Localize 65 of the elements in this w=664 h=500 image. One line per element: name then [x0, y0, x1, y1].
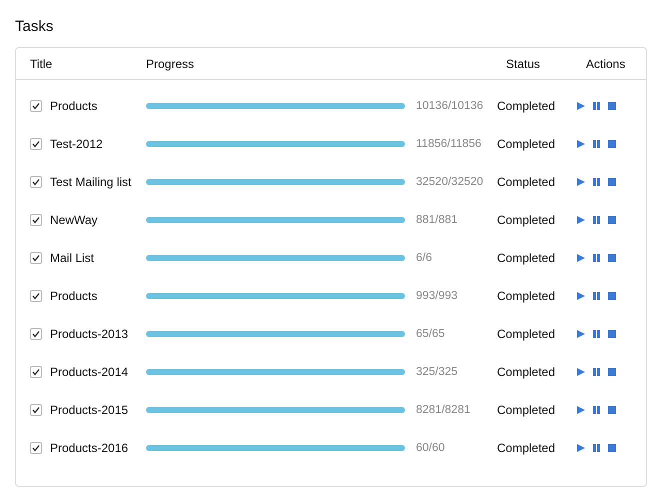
- play-icon[interactable]: [577, 216, 585, 224]
- play-icon[interactable]: [577, 292, 585, 300]
- status-text: Completed: [497, 365, 556, 379]
- checkbox[interactable]: [30, 328, 42, 340]
- pause-icon[interactable]: [593, 292, 600, 300]
- pause-icon[interactable]: [593, 254, 600, 262]
- checkbox[interactable]: [30, 290, 42, 302]
- status-text: Completed: [497, 441, 556, 455]
- status-text: Completed: [497, 327, 556, 341]
- task-title: Test-2012: [50, 137, 103, 151]
- play-icon[interactable]: [577, 444, 585, 452]
- task-title: Products: [50, 289, 98, 303]
- pause-icon[interactable]: [593, 102, 600, 110]
- column-header: Actions: [586, 56, 626, 70]
- pause-icon[interactable]: [593, 330, 600, 338]
- status-text: Completed: [497, 251, 556, 265]
- progress-reading: 993/993: [415, 290, 459, 302]
- pause-icon[interactable]: [593, 444, 600, 452]
- pause-icon[interactable]: [593, 178, 600, 186]
- checkbox[interactable]: [30, 214, 42, 226]
- checkbox[interactable]: [30, 366, 42, 378]
- pause-icon[interactable]: [593, 140, 600, 148]
- checkbox[interactable]: [30, 252, 42, 264]
- play-icon[interactable]: [577, 178, 585, 186]
- status-text: Completed: [497, 213, 556, 227]
- column-header: Status: [506, 56, 542, 70]
- progress-reading: 65/65: [415, 328, 446, 340]
- checkbox[interactable]: [30, 442, 42, 454]
- status-text: Completed: [497, 289, 556, 303]
- progress-reading: 60/60: [415, 442, 446, 454]
- task-title: Products: [50, 99, 98, 113]
- status-text: Completed: [497, 175, 556, 189]
- play-icon[interactable]: [577, 102, 585, 110]
- task-title: Products-2013: [50, 327, 128, 341]
- checkbox[interactable]: [30, 100, 42, 112]
- task-title: Products-2016: [50, 441, 128, 455]
- task-title: Products-2014: [50, 365, 128, 379]
- pause-icon[interactable]: [593, 216, 600, 224]
- progress-reading: 6/6: [415, 252, 433, 264]
- page-title: Tasks: [15, 17, 54, 37]
- status-text: Completed: [497, 403, 556, 417]
- play-icon[interactable]: [577, 254, 585, 262]
- column-header: Progress: [146, 56, 196, 70]
- play-icon[interactable]: [577, 140, 585, 148]
- play-icon[interactable]: [577, 406, 585, 414]
- task-title: NewWay: [50, 213, 98, 227]
- task-title: Mail List: [50, 251, 94, 265]
- status-text: Completed: [497, 99, 556, 113]
- progress-reading: 881/881: [415, 214, 459, 226]
- status-text: Completed: [497, 137, 556, 151]
- task-title: Test Mailing list: [50, 175, 132, 189]
- play-icon[interactable]: [577, 368, 585, 376]
- progress-reading: 325/325: [415, 366, 459, 378]
- task-title: Products-2015: [50, 403, 128, 417]
- progress-reading: 10136/10136: [415, 100, 484, 112]
- checkbox[interactable]: [30, 138, 42, 150]
- play-icon[interactable]: [577, 330, 585, 338]
- progress-reading: 32520/32520: [415, 176, 484, 188]
- progress-reading: 11856/11856: [415, 138, 482, 150]
- pause-icon[interactable]: [593, 368, 600, 376]
- checkbox[interactable]: [30, 404, 42, 416]
- pause-icon[interactable]: [593, 406, 600, 414]
- checkbox[interactable]: [30, 176, 42, 188]
- column-header: Title: [30, 56, 54, 70]
- progress-reading: 8281/8281: [415, 404, 472, 416]
